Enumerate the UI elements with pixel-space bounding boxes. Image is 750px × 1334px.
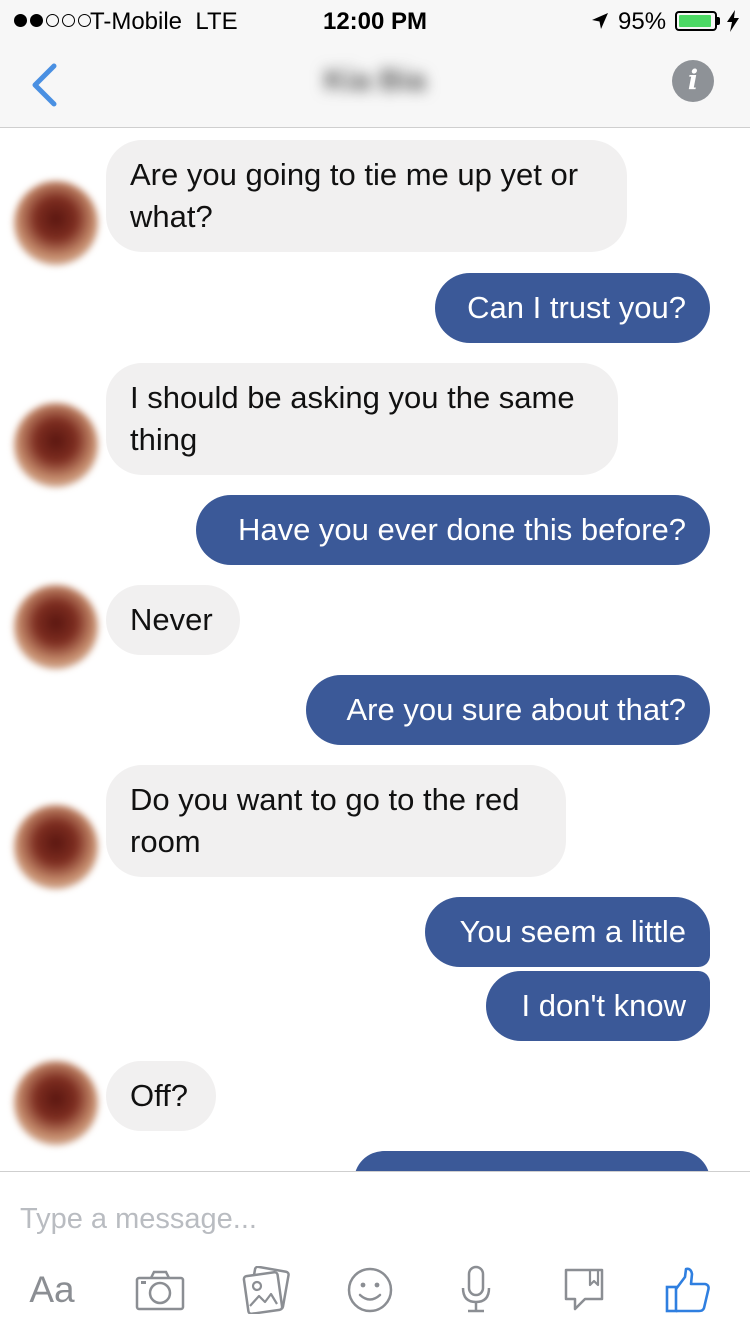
camera-icon <box>135 1270 185 1311</box>
outgoing-message[interactable]: Can I trust you? <box>435 273 710 343</box>
like-button[interactable] <box>660 1264 716 1316</box>
battery-icon <box>675 11 717 31</box>
emoji-button[interactable] <box>342 1264 398 1316</box>
status-bar: T-Mobile LTE 12:00 PM 95% <box>0 0 750 42</box>
incoming-message[interactable]: Off? <box>106 1061 216 1131</box>
sticker-button[interactable] <box>556 1264 612 1316</box>
thumbs-up-icon <box>665 1267 710 1313</box>
outgoing-message[interactable]: You seem a little <box>425 897 710 967</box>
battery-level-fill <box>679 15 712 27</box>
incoming-message[interactable]: I should be asking you the same thing <box>106 363 618 475</box>
contact-avatar[interactable] <box>14 181 98 265</box>
contact-avatar[interactable] <box>14 805 98 889</box>
message-composer: Aa <box>0 1171 750 1334</box>
microphone-button[interactable] <box>448 1264 504 1316</box>
emoji-icon <box>347 1267 393 1313</box>
outgoing-message-partial[interactable] <box>354 1151 710 1171</box>
message-thread[interactable]: Are you going to tie me up yet or what? … <box>0 129 750 1171</box>
camera-button[interactable] <box>132 1264 188 1316</box>
contact-avatar[interactable] <box>14 1061 98 1145</box>
battery-percentage: 95% <box>618 8 667 35</box>
charging-bolt-icon <box>727 10 739 32</box>
text-format-button[interactable]: Aa <box>24 1264 80 1316</box>
chevron-left-icon[interactable] <box>28 62 62 108</box>
sticker-icon <box>564 1268 604 1311</box>
photo-gallery-icon <box>242 1266 290 1314</box>
outgoing-message[interactable]: Are you sure about that? <box>306 675 710 745</box>
incoming-message[interactable]: Are you going to tie me up yet or what? <box>106 140 627 252</box>
incoming-message[interactable]: Never <box>106 585 240 655</box>
location-arrow-icon <box>592 13 608 29</box>
contact-avatar[interactable] <box>14 403 98 487</box>
photo-gallery-button[interactable] <box>238 1264 294 1316</box>
text-format-label: Aa <box>29 1269 75 1310</box>
incoming-message[interactable]: Do you want to go to the red room <box>106 765 566 877</box>
microphone-icon <box>461 1265 491 1313</box>
message-input[interactable] <box>20 1196 720 1242</box>
outgoing-message[interactable]: Have you ever done this before? <box>196 495 710 565</box>
info-icon[interactable]: i <box>672 60 714 102</box>
battery-cap <box>717 17 720 25</box>
contact-avatar[interactable] <box>14 585 98 669</box>
contact-name[interactable]: Kia Bia <box>310 64 440 98</box>
outgoing-message[interactable]: I don't know <box>486 971 710 1041</box>
conversation-header: Kia Bia i <box>0 42 750 128</box>
